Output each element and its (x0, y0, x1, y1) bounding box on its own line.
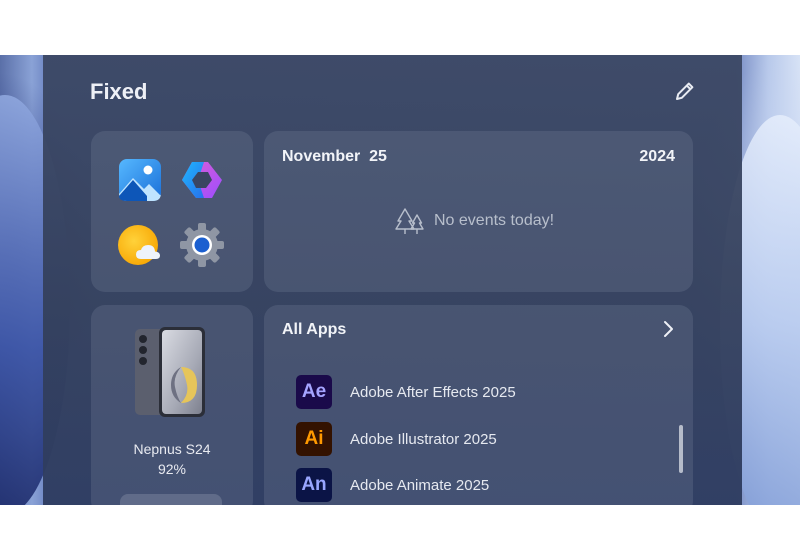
trees-icon (395, 208, 424, 234)
no-events-text: No events today! (434, 212, 555, 229)
no-events-message: No events today! (394, 207, 554, 235)
all-apps-title[interactable]: All Apps (282, 321, 346, 339)
device-name: Nepnus S24 (133, 441, 211, 457)
calendar-card[interactable]: November 25 2024 No events today! (264, 131, 693, 292)
settings-gear-icon (180, 223, 224, 267)
weather-app-tile[interactable] (116, 221, 164, 269)
all-apps-expand-button[interactable] (659, 320, 677, 338)
widget-panel: Fixed November 25 2024 No events today! … (43, 55, 742, 505)
app-list-item-after-effects[interactable]: Ae Adobe After Effects 2025 (296, 374, 516, 410)
desktop-background: Fixed November 25 2024 No events today! … (0, 55, 800, 505)
after-effects-icon: Ae (296, 375, 332, 409)
photos-icon (119, 159, 161, 201)
app-label: Adobe Animate 2025 (350, 476, 490, 494)
illustrator-icon: Ai (296, 422, 332, 456)
calendar-date: November 25 (282, 148, 387, 165)
all-apps-card: All Apps Ae Adobe After Effects 2025 Ai … (264, 305, 693, 505)
app-list-item-animate[interactable]: An Adobe Animate 2025 (296, 467, 489, 503)
panel-title: Fixed (90, 79, 148, 104)
app-list-scrollbar[interactable] (679, 425, 683, 473)
app-label: Adobe After Effects 2025 (350, 383, 516, 401)
chevron-right-icon (664, 321, 673, 337)
phone-link-card[interactable]: Nepnus S24 92% (91, 305, 253, 505)
app-label: Adobe Illustrator 2025 (350, 430, 497, 448)
calendar-year: 2024 (639, 148, 675, 165)
copilot-app-tile[interactable] (178, 156, 226, 204)
edit-button[interactable] (673, 79, 697, 103)
photos-app-tile[interactable] (116, 156, 164, 204)
phone-image (135, 327, 205, 417)
quick-apps-card (91, 131, 253, 292)
device-action-button[interactable] (120, 494, 222, 505)
weather-icon (118, 225, 160, 265)
app-list-item-illustrator[interactable]: Ai Adobe Illustrator 2025 (296, 421, 497, 457)
settings-app-tile[interactable] (178, 221, 226, 269)
pencil-icon (676, 82, 694, 100)
device-battery: 92% (157, 461, 187, 477)
copilot-icon (182, 162, 222, 198)
animate-icon: An (296, 468, 332, 502)
